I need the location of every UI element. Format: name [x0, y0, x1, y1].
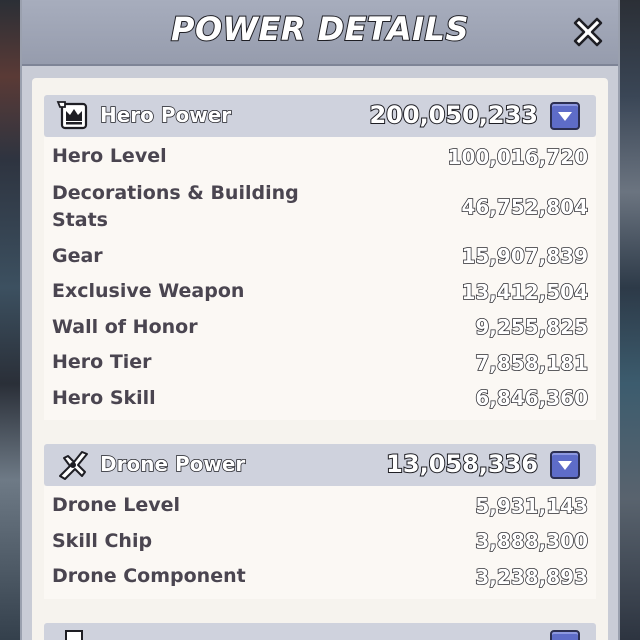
drone-icon	[59, 451, 88, 480]
hero-power-value: 200,050,233	[368, 100, 539, 130]
row-label: Wall of Honor	[52, 315, 198, 338]
list-item: Wall of Honor 9,255,825	[44, 310, 596, 346]
hero-power-rows: Hero Level 100,016,720 Decorations & Bui…	[44, 137, 596, 420]
row-value: 6,846,360	[475, 386, 589, 412]
row-label: Decorations & Building Stats	[52, 181, 299, 231]
close-icon	[573, 17, 603, 47]
row-value: 46,752,804	[461, 194, 589, 220]
hero-power-header[interactable]: Hero Power 200,050,233	[44, 95, 596, 137]
row-label: Gear	[52, 244, 103, 267]
list-item: Hero Skill 6,846,360	[44, 381, 596, 417]
modal-title: POWER DETAILS	[170, 9, 469, 49]
list-item: Skill Chip 3,888,300	[44, 524, 596, 560]
drone-power-header[interactable]: Drone Power 13,058,336	[44, 444, 596, 486]
drone-power-section: Drone Power 13,058,336 Drone Level 5,931…	[44, 444, 596, 599]
next-section-header[interactable]	[44, 623, 596, 640]
list-item: Hero Tier 7,858,181	[44, 345, 596, 381]
row-label: Hero Skill	[52, 386, 156, 409]
hero-power-expand-button[interactable]	[550, 102, 580, 130]
list-item: Gear 15,907,839	[44, 239, 596, 275]
list-item: Drone Component 3,238,893	[44, 559, 596, 595]
row-value: 7,858,181	[475, 350, 589, 376]
row-label: Hero Tier	[52, 351, 152, 374]
row-value: 5,931,143	[475, 493, 589, 519]
close-button[interactable]	[568, 12, 608, 52]
drone-power-expand-button[interactable]	[550, 451, 580, 479]
row-value: 15,907,839	[461, 244, 589, 270]
next-section-partial	[44, 623, 596, 640]
row-label: Exclusive Weapon	[52, 280, 245, 303]
row-label: Skill Chip	[52, 529, 153, 552]
hero-power-section: Hero Power 200,050,233 Hero Level 100,01…	[44, 95, 596, 420]
crown-frame-icon	[56, 101, 88, 130]
power-details-modal: POWER DETAILS Hero Power 200,050,233 Her…	[20, 0, 620, 640]
row-label: Drone Component	[52, 565, 246, 588]
next-section-expand-button[interactable]	[550, 630, 580, 640]
row-value: 3,888,300	[475, 529, 589, 555]
drone-power-value: 13,058,336	[385, 449, 539, 479]
building-icon	[65, 630, 83, 640]
row-label: Drone Level	[52, 494, 180, 517]
row-value: 100,016,720	[447, 144, 589, 170]
row-label: Hero Level	[52, 145, 167, 168]
list-item: Exclusive Weapon 13,412,504	[44, 274, 596, 310]
hero-power-label: Hero Power	[99, 102, 232, 128]
modal-header: POWER DETAILS	[22, 0, 618, 66]
details-content: Hero Power 200,050,233 Hero Level 100,01…	[32, 78, 608, 640]
list-item: Decorations & Building Stats 46,752,804	[44, 175, 596, 239]
row-value: 9,255,825	[475, 315, 589, 341]
list-item: Drone Level 5,931,143	[44, 488, 596, 524]
drone-power-rows: Drone Level 5,931,143 Skill Chip 3,888,3…	[44, 486, 596, 599]
drone-power-label: Drone Power	[99, 451, 246, 477]
list-item: Hero Level 100,016,720	[44, 139, 596, 175]
row-value: 3,238,893	[475, 564, 589, 590]
row-value: 13,412,504	[461, 279, 589, 305]
